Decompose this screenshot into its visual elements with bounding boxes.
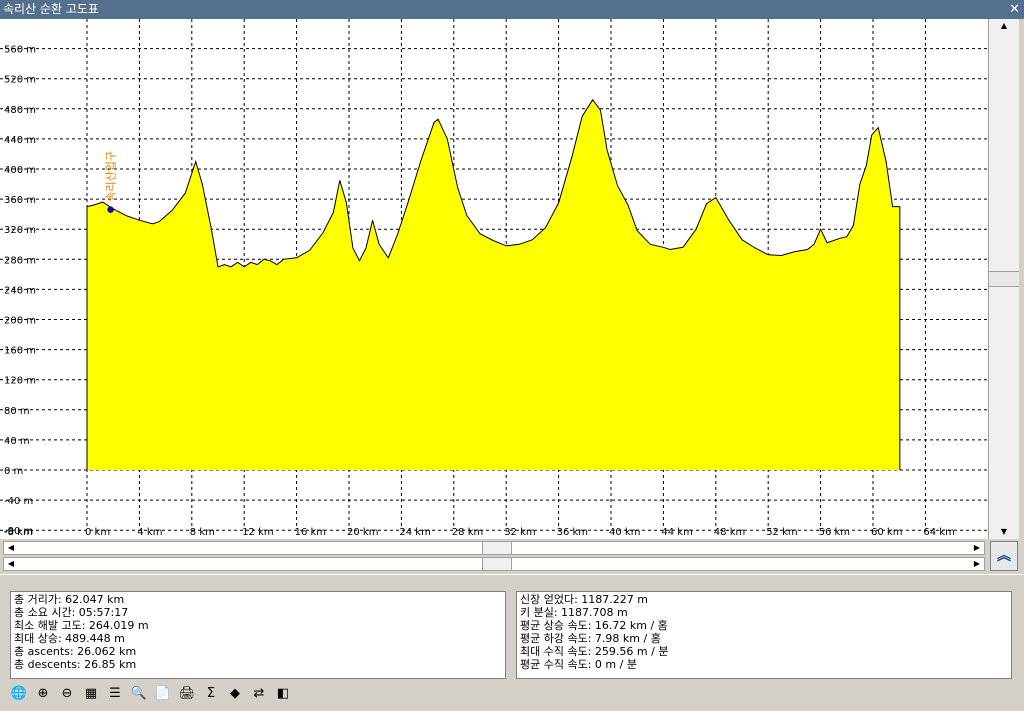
title-bar: 속리산 순환 고도표 ✕ xyxy=(0,0,1024,19)
horizontal-scrollbar-1[interactable]: ◀ ▶ xyxy=(3,541,985,555)
waypoint-marker xyxy=(107,206,114,213)
scroll-down-icon[interactable]: ▼ xyxy=(989,525,1019,539)
y-tick-label: -40 m xyxy=(4,496,33,507)
y-tick-label: 520 m xyxy=(4,75,36,86)
stats-right-line: 최대 수직 속도: 259.56 m / 분 xyxy=(520,645,669,658)
y-tick-label: 360 m xyxy=(4,195,36,206)
elevation-chart-area: -80 m -40 m0 m 40 m 80 m 120 m 160 m 200 m 240 … xyxy=(0,19,988,539)
x-tick-label: 12 km xyxy=(242,527,273,538)
stats-right-box: 신장 얻었다: 1187.227 m키 분실: 1187.708 m 평균 상승 … xyxy=(516,591,1012,679)
search-icon[interactable]: 🔍 xyxy=(128,683,150,705)
y-tick-label: 320 m xyxy=(4,225,36,236)
x-tick-label: 40 km xyxy=(609,527,640,538)
scroll-left-icon[interactable]: ◀ xyxy=(4,542,18,554)
split-view-icon[interactable]: ◧ xyxy=(272,683,294,705)
scroll-right-icon[interactable]: ▶ xyxy=(970,542,984,554)
elevation-chart: -80 m-40 m0 m40 m80 m120 m160 m200 m240 … xyxy=(0,19,988,538)
stats-left-line: 최소 해발 고도: 264.019 m xyxy=(14,619,149,632)
x-tick-label: 48 km xyxy=(714,527,745,538)
y-tick-label: 0 m xyxy=(4,466,23,477)
horizontal-scroll-thumb-2[interactable] xyxy=(482,558,512,570)
elevation-area xyxy=(87,99,900,471)
x-tick-label: 32 km xyxy=(504,527,535,538)
close-icon[interactable]: ✕ xyxy=(1009,0,1020,19)
export-icon[interactable]: ◆ xyxy=(224,683,246,705)
stats-panel: 총 거리가: 62.047 km 총 소요 시간: 05:57:17 최소 해발 고… xyxy=(0,574,1024,711)
vertical-scroll-thumb[interactable] xyxy=(989,271,1019,287)
y-tick-label: 160 m xyxy=(4,346,36,357)
zoom-out-icon[interactable]: ⊖ xyxy=(56,683,78,705)
y-tick-label: 280 m xyxy=(4,255,36,266)
swap-icon[interactable]: ⇄ xyxy=(248,683,270,705)
y-tick-label: 480 m xyxy=(4,105,36,116)
y-tick-label: 240 m xyxy=(4,285,36,296)
stats-right-line: 평균 하강 속도: 7.98 km / 홈 xyxy=(520,632,661,645)
stats-right-line: 키 분실: 1187.708 m xyxy=(520,606,628,619)
y-tick-label: 200 m xyxy=(4,316,36,327)
y-tick-label: 400 m xyxy=(4,165,36,176)
x-tick-label: 60 km xyxy=(871,527,902,538)
stats-left-line: 총 descents: 26.85 km xyxy=(14,658,137,671)
stats-right-line: 평균 수직 속도: 0 m / 분 xyxy=(520,658,637,671)
document-icon[interactable]: 📄 xyxy=(152,683,174,705)
x-tick-label: 8 km xyxy=(190,527,215,538)
x-tick-label: 28 km xyxy=(452,527,483,538)
x-tick-label: 20 km xyxy=(347,527,378,538)
horizontal-scroll-thumb-1[interactable] xyxy=(482,542,512,554)
stats-left-line: 총 소요 시간: 05:57:17 xyxy=(14,606,129,619)
x-tick-label: 64 km xyxy=(923,527,954,538)
stats-left-line: 총 거리가: 62.047 km xyxy=(14,593,125,606)
zoom-in-icon[interactable]: ⊕ xyxy=(32,683,54,705)
x-tick-label: 44 km xyxy=(661,527,692,538)
x-tick-label: 56 km xyxy=(819,527,850,538)
y-tick-label: 80 m xyxy=(4,406,30,417)
x-tick-label: 24 km xyxy=(399,527,430,538)
stats-left-line: 최대 상승: 489.448 m xyxy=(14,632,125,645)
y-tick-label: 560 m xyxy=(4,45,36,56)
stats-right-line: 평균 상승 속도: 16.72 km / 홈 xyxy=(520,619,668,632)
x-tick-label: 0 km xyxy=(85,527,110,538)
print-icon[interactable]: 🖨 xyxy=(176,683,198,705)
scroll-left-icon[interactable]: ◀ xyxy=(4,558,18,570)
y-tick-label: 40 m xyxy=(4,436,30,447)
x-tick-label: 4 km xyxy=(137,527,162,538)
stats-right-line: 신장 얻었다: 1187.227 m xyxy=(520,593,648,606)
waypoint-label: 속리산입구 xyxy=(105,151,118,202)
y-tick-label: 440 m xyxy=(4,135,36,146)
collapse-panel-button[interactable]: ︽ xyxy=(990,541,1018,571)
y-tick-label: 120 m xyxy=(4,376,36,387)
vertical-scrollbar[interactable]: ▲ ▼ xyxy=(988,19,1019,539)
x-tick-label: 52 km xyxy=(766,527,797,538)
x-tick-label: 16 km xyxy=(295,527,326,538)
grid-icon[interactable]: ▦ xyxy=(80,683,102,705)
horizontal-scrollbar-2[interactable]: ◀ ▶ xyxy=(3,557,985,571)
sigma-icon[interactable]: Σ xyxy=(200,683,222,705)
scroll-up-icon[interactable]: ▲ xyxy=(989,19,1019,33)
window-title: 속리산 순환 고도표 xyxy=(3,2,99,16)
x-tick-label: 36 km xyxy=(557,527,588,538)
x-tick-label: -8 km xyxy=(4,527,33,538)
globe-icon[interactable]: 🌐 xyxy=(8,683,30,705)
stats-left-line: 총 ascents: 26.062 km xyxy=(14,645,137,658)
stats-left-box: 총 거리가: 62.047 km 총 소요 시간: 05:57:17 최소 해발 고… xyxy=(10,591,506,679)
settings-list-icon[interactable]: ☰ xyxy=(104,683,126,705)
scroll-right-icon[interactable]: ▶ xyxy=(970,558,984,570)
